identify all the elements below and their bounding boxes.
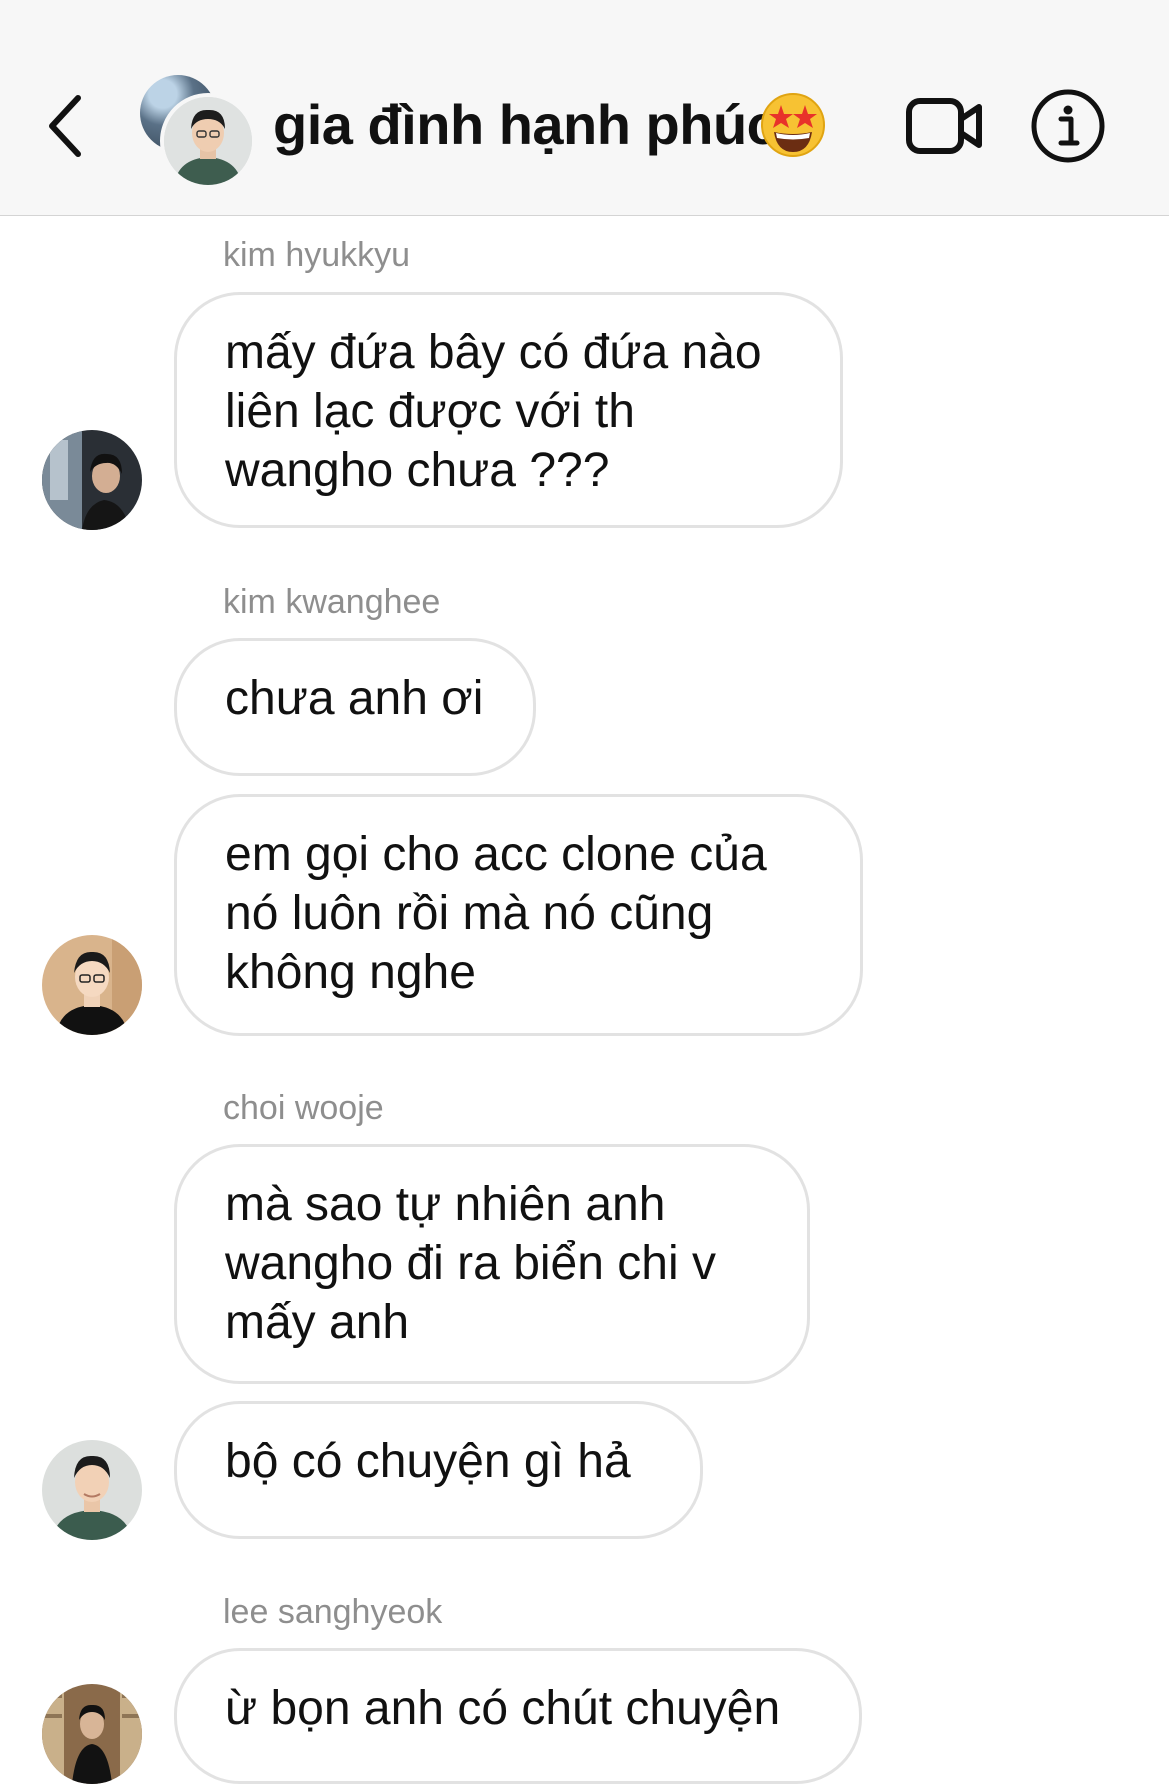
message-bubble[interactable]: bộ có chuyện gì hả [174, 1401, 703, 1539]
message-bubble[interactable]: em gọi cho acc clone của nó luôn rồi mà … [174, 794, 863, 1036]
message-line: nó luôn rồi mà nó cũng [225, 887, 714, 940]
message-bubble[interactable]: mấy đứa bây có đứa nào liên lạc được với… [174, 292, 843, 528]
message-line: ừ bọn anh có chút chuyện [225, 1682, 781, 1735]
info-button[interactable] [1030, 88, 1106, 164]
info-icon [1031, 89, 1105, 163]
video-call-button[interactable] [905, 95, 985, 157]
star-struck-emoji-icon [760, 92, 826, 158]
message-line: wangho đi ra biển chi v [225, 1237, 716, 1290]
message-line: mấy đứa bây có đứa nào [225, 326, 762, 379]
sender-name: choi wooje [223, 1089, 384, 1127]
message-line: mấy anh [225, 1296, 410, 1349]
chat-header: gia đình hạnh phúc [0, 0, 1169, 216]
message-bubble[interactable]: chưa anh ơi [174, 638, 536, 776]
avatar-kim-kwanghee[interactable] [42, 935, 142, 1035]
message-bubble[interactable]: mà sao tự nhiên anh wangho đi ra biển ch… [174, 1144, 810, 1384]
message-line: không nghe [225, 946, 476, 999]
message-line: em gọi cho acc clone của [225, 828, 767, 881]
avatar-lee-sanghyeok[interactable] [42, 1684, 142, 1784]
sender-name: kim kwanghee [223, 583, 441, 621]
message-line: liên lạc được với th [225, 385, 635, 438]
group-avatar[interactable] [140, 75, 256, 189]
avatar-kim-hyukkyu[interactable] [42, 430, 142, 530]
message-line: bộ có chuyện gì hả [225, 1435, 631, 1488]
chat-title[interactable]: gia đình hạnh phúc [273, 92, 778, 157]
message-line: mà sao tự nhiên anh [225, 1178, 666, 1231]
sender-name: kim hyukkyu [223, 236, 411, 274]
message-bubble[interactable]: ừ bọn anh có chút chuyện [174, 1648, 862, 1784]
message-line: chưa anh ơi [225, 672, 484, 725]
video-camera-icon [906, 98, 982, 154]
chevron-left-icon [49, 95, 81, 157]
avatar-choi-wooje[interactable] [42, 1440, 142, 1540]
back-button[interactable] [40, 90, 100, 162]
group-avatar-front [160, 93, 256, 189]
message-line: wangho chưa ??? [225, 444, 610, 497]
sender-name: lee sanghyeok [223, 1593, 443, 1631]
